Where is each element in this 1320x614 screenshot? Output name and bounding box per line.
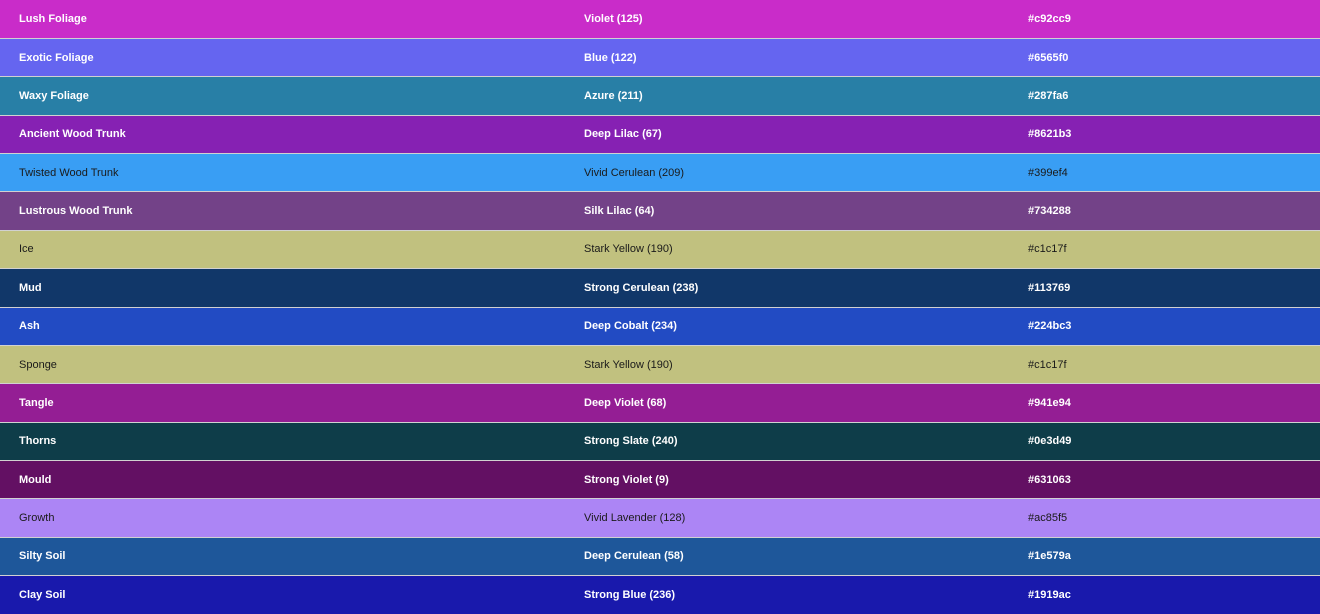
color-name-cell: Ash bbox=[19, 320, 40, 333]
hex-code-cell: #c92cc9 bbox=[1028, 12, 1071, 25]
color-row: Mud Strong Cerulean (238) #113769 bbox=[0, 268, 1320, 307]
color-row: Tangle Deep Violet (68) #941e94 bbox=[0, 383, 1320, 423]
color-name-cell: Tangle bbox=[19, 396, 54, 409]
palette-name-cell: Deep Violet (68) bbox=[584, 396, 667, 409]
color-row: Waxy Foliage Azure (211) #287fa6 bbox=[0, 76, 1320, 116]
color-name-cell: Thorns bbox=[19, 435, 57, 448]
hex-code-cell: #734288 bbox=[1028, 205, 1071, 218]
color-name-cell: Lush Foliage bbox=[19, 12, 87, 25]
color-name-cell: Ice bbox=[19, 243, 34, 256]
color-row: Silty Soil Deep Cerulean (58) #1e579a bbox=[0, 537, 1320, 576]
hex-code-cell: #224bc3 bbox=[1028, 320, 1072, 333]
color-row: Thorns Strong Slate (240) #0e3d49 bbox=[0, 422, 1320, 461]
color-name-cell: Waxy Foliage bbox=[19, 89, 89, 102]
color-name-cell: Lustrous Wood Trunk bbox=[19, 205, 133, 218]
palette-name-cell: Violet (125) bbox=[584, 12, 643, 25]
color-row: Growth Vivid Lavender (128) #ac85f5 bbox=[0, 498, 1320, 538]
palette-name-cell: Stark Yellow (190) bbox=[584, 243, 673, 256]
hex-code-cell: #1919ac bbox=[1028, 588, 1071, 601]
color-row: Sponge Stark Yellow (190) #c1c17f bbox=[0, 345, 1320, 384]
hex-code-cell: #6565f0 bbox=[1028, 51, 1069, 64]
hex-code-cell: #8621b3 bbox=[1028, 128, 1072, 141]
palette-name-cell: Strong Cerulean (238) bbox=[584, 281, 699, 294]
color-name-cell: Sponge bbox=[19, 358, 57, 371]
hex-code-cell: #0e3d49 bbox=[1028, 435, 1072, 448]
palette-name-cell: Deep Cerulean (58) bbox=[584, 550, 684, 563]
palette-name-cell: Vivid Cerulean (209) bbox=[584, 166, 685, 179]
color-row: Ancient Wood Trunk Deep Lilac (67) #8621b3 bbox=[0, 115, 1320, 154]
hex-code-cell: #1e579a bbox=[1028, 550, 1071, 563]
hex-code-cell: #c1c17f bbox=[1028, 358, 1067, 371]
palette-name-cell: Blue (122) bbox=[584, 51, 637, 64]
color-name-cell: Mud bbox=[19, 281, 42, 294]
hex-code-cell: #941e94 bbox=[1028, 396, 1071, 409]
palette-name-cell: Vivid Lavender (128) bbox=[584, 512, 686, 525]
color-row: Ice Stark Yellow (190) #c1c17f bbox=[0, 230, 1320, 269]
color-name-cell: Mould bbox=[19, 473, 52, 486]
hex-code-cell: #399ef4 bbox=[1028, 166, 1068, 179]
color-name-cell: Silty Soil bbox=[19, 550, 66, 563]
hex-code-cell: #ac85f5 bbox=[1028, 512, 1068, 525]
color-name-cell: Ancient Wood Trunk bbox=[19, 128, 126, 141]
palette-name-cell: Strong Blue (236) bbox=[584, 588, 676, 601]
color-name-cell: Growth bbox=[19, 512, 55, 525]
color-row: Twisted Wood Trunk Vivid Cerulean (209) #3… bbox=[0, 153, 1320, 192]
palette-name-cell: Azure (211) bbox=[584, 89, 643, 102]
palette-name-cell: Deep Lilac (67) bbox=[584, 128, 662, 141]
hex-code-cell: #c1c17f bbox=[1028, 243, 1067, 256]
palette-name-cell: Strong Slate (240) bbox=[584, 435, 678, 448]
palette-name-cell: Stark Yellow (190) bbox=[584, 358, 673, 371]
color-row: Clay Soil Strong Blue (236) #1919ac bbox=[0, 575, 1320, 614]
palette-name-cell: Silk Lilac (64) bbox=[584, 205, 655, 218]
hex-code-cell: #113769 bbox=[1028, 281, 1071, 294]
color-name-cell: Clay Soil bbox=[19, 588, 66, 601]
color-name-cell: Exotic Foliage bbox=[19, 51, 94, 64]
color-row: Lush Foliage Violet (125) #c92cc9 bbox=[0, 0, 1320, 39]
hex-code-cell: #631063 bbox=[1028, 473, 1071, 486]
color-name-cell: Twisted Wood Trunk bbox=[19, 166, 119, 179]
color-palette-table: Lush Foliage Violet (125) #c92cc9 Exotic Fo… bbox=[0, 0, 1320, 614]
hex-code-cell: #287fa6 bbox=[1028, 89, 1069, 102]
color-row: Mould Strong Violet (9) #631063 bbox=[0, 460, 1320, 499]
color-row: Lustrous Wood Trunk Silk Lilac (64) #73428… bbox=[0, 191, 1320, 231]
color-row: Exotic Foliage Blue (122) #6565f0 bbox=[0, 38, 1320, 77]
palette-name-cell: Strong Violet (9) bbox=[584, 473, 669, 486]
color-palette-rows: Lush Foliage Violet (125) #c92cc9 Exotic Fo… bbox=[0, 0, 1320, 614]
palette-name-cell: Deep Cobalt (234) bbox=[584, 320, 677, 333]
color-row: Ash Deep Cobalt (234) #224bc3 bbox=[0, 307, 1320, 346]
